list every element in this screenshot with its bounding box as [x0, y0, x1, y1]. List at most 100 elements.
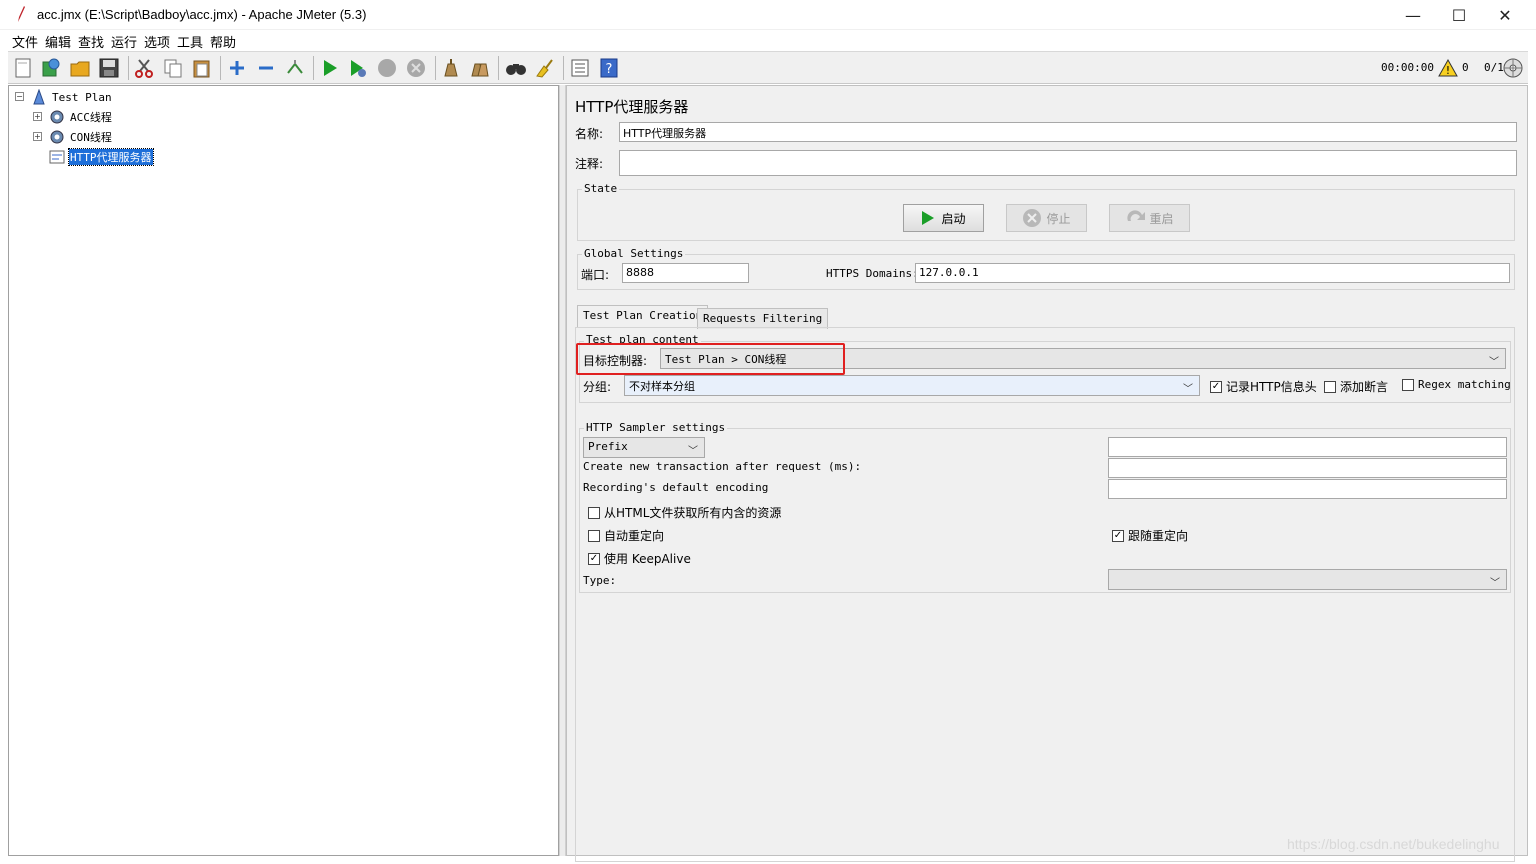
checkbox-checked: ✓ — [1210, 380, 1222, 393]
menu-tools[interactable]: 工具 — [177, 32, 203, 51]
panel-heading: HTTP代理服务器 — [575, 98, 689, 116]
follow-redirects-checkbox[interactable]: ✓ 跟随重定向 — [1112, 527, 1188, 544]
tree-node-acc-thread[interactable]: ACC线程 — [49, 108, 113, 126]
tree-node-test-plan[interactable]: Test Plan — [31, 88, 113, 106]
regex-matching-checkbox[interactable]: Regex matching — [1402, 378, 1511, 391]
proxy-server-icon — [49, 150, 65, 164]
clear-icon[interactable] — [440, 57, 462, 79]
toolbar-separator — [498, 56, 499, 80]
shutdown-icon[interactable] — [405, 57, 427, 79]
warning-count: 0 — [1462, 61, 1469, 74]
checkbox-checked: ✓ — [588, 552, 600, 565]
menu-run[interactable]: 运行 — [111, 32, 137, 51]
close-button[interactable]: ✕ — [1482, 0, 1528, 30]
checkbox-unchecked — [1324, 380, 1336, 393]
checkbox-unchecked — [588, 529, 600, 542]
tree-label: ACC线程 — [70, 111, 112, 124]
start-button[interactable]: 启动 — [903, 204, 984, 232]
transaction-delay-input[interactable] — [1108, 458, 1507, 478]
checkbox-unchecked — [588, 506, 600, 519]
tree-node-http-proxy[interactable]: HTTP代理服务器 — [49, 148, 154, 166]
collapse-toggle[interactable]: − — [15, 92, 24, 101]
open-icon[interactable] — [69, 57, 91, 79]
collapse-icon[interactable] — [255, 57, 277, 79]
clear-all-icon[interactable] — [469, 57, 491, 79]
auto-redirect-checkbox[interactable]: 自动重定向 — [588, 527, 664, 544]
grouping-label: 分组: — [583, 380, 612, 394]
record-http-headers-checkbox[interactable]: ✓ 记录HTTP信息头 — [1210, 378, 1317, 395]
type-select[interactable]: ﹀ — [1108, 569, 1507, 590]
svg-text:!: ! — [1446, 64, 1450, 77]
new-icon[interactable] — [12, 57, 34, 79]
test-plan-tree[interactable]: − Test Plan + ACC线程 + CON线程 HTTP代理服务器 — [8, 85, 559, 856]
tab-content-area — [575, 327, 1515, 862]
prefix-input[interactable] — [1108, 437, 1507, 457]
expand-toggle[interactable]: + — [33, 132, 42, 141]
global-settings-title: Global Settings — [582, 247, 686, 260]
start-icon[interactable] — [319, 57, 341, 79]
toggle-icon[interactable] — [284, 57, 306, 79]
minimize-button[interactable]: — — [1390, 0, 1436, 30]
stop-button[interactable]: 停止 — [1006, 204, 1087, 232]
function-helper-icon[interactable] — [569, 57, 591, 79]
https-domains-label: HTTPS Domains: — [826, 267, 919, 280]
menu-edit[interactable]: 编辑 — [45, 32, 71, 51]
templates-icon[interactable] — [40, 57, 62, 79]
prefix-select[interactable]: Prefix ﹀ — [583, 437, 705, 458]
name-input[interactable]: HTTP代理服务器 — [619, 122, 1517, 142]
restart-icon — [1127, 210, 1146, 221]
save-icon[interactable] — [98, 57, 120, 79]
maximize-button[interactable]: ☐ — [1436, 0, 1482, 30]
menu-bar: 文件 编辑 查找 运行 选项 工具 帮助 — [0, 30, 1536, 51]
port-label: 端口: — [581, 268, 610, 282]
menu-help[interactable]: 帮助 — [210, 32, 236, 51]
menu-file[interactable]: 文件 — [12, 32, 38, 51]
chevron-down-icon: ﹀ — [1183, 384, 1193, 395]
expand-icon[interactable] — [226, 57, 248, 79]
reset-search-icon[interactable] — [533, 57, 555, 79]
chevron-down-icon: ﹀ — [688, 446, 698, 457]
highlight-annotation-box — [576, 343, 845, 375]
start-no-pause-icon[interactable] — [347, 57, 369, 79]
use-keepalive-checkbox[interactable]: ✓ 使用 KeepAlive — [588, 550, 691, 567]
restart-button[interactable]: 重启 — [1109, 204, 1190, 232]
help-icon[interactable]: ? — [598, 57, 620, 79]
type-label: Type: — [583, 574, 617, 587]
name-label: 名称: — [575, 127, 604, 141]
default-encoding-input[interactable] — [1108, 479, 1507, 499]
cut-icon[interactable] — [133, 57, 155, 79]
comment-input[interactable] — [619, 150, 1517, 176]
window-title: acc.jmx (E:\Script\Badboy\acc.jmx) - Apa… — [37, 7, 367, 22]
http-sampler-settings-title: HTTP Sampler settings — [584, 421, 728, 434]
stop-icon[interactable] — [376, 57, 398, 79]
state-title: State — [582, 182, 620, 195]
menu-search[interactable]: 查找 — [78, 32, 104, 51]
transaction-delay-label: Create new transaction after request (ms… — [583, 460, 862, 473]
play-icon — [922, 211, 935, 225]
tab-test-plan-creation[interactable]: Test Plan Creation — [577, 305, 709, 328]
warning-icon[interactable]: ! — [1437, 57, 1459, 79]
https-domains-input[interactable]: 127.0.0.1 — [915, 263, 1510, 283]
search-icon[interactable] — [505, 57, 527, 79]
copy-icon[interactable] — [162, 57, 184, 79]
watermark: https://blog.csdn.net/bukedelinghu — [1287, 836, 1500, 852]
tab-requests-filtering[interactable]: Requests Filtering — [697, 308, 829, 329]
tree-node-con-thread[interactable]: CON线程 — [49, 128, 113, 146]
proxy-config-panel: HTTP代理服务器 名称: HTTP代理服务器 注释: State 启动 停止 … — [566, 85, 1528, 862]
grouping-value: 不对样本分组 — [629, 380, 695, 393]
retrieve-embedded-resources-checkbox[interactable]: 从HTML文件获取所有内含的资源 — [588, 504, 781, 521]
expand-toggle[interactable]: + — [33, 112, 42, 121]
split-pane-divider[interactable] — [559, 85, 566, 856]
menu-options[interactable]: 选项 — [144, 32, 170, 51]
active-threads: 0/1 — [1484, 61, 1504, 74]
test-plan-icon — [33, 89, 45, 105]
grouping-select[interactable]: 不对样本分组 ﹀ — [624, 375, 1200, 396]
paste-icon[interactable] — [191, 57, 213, 79]
add-assertions-checkbox[interactable]: 添加断言 — [1324, 378, 1388, 395]
svg-text:?: ? — [606, 62, 613, 77]
tree-label-selected: HTTP代理服务器 — [68, 148, 154, 166]
tree-label: CON线程 — [70, 131, 112, 144]
toolbar-separator — [563, 56, 564, 80]
port-input[interactable]: 8888 — [622, 263, 749, 283]
toolbar-separator — [128, 56, 129, 80]
